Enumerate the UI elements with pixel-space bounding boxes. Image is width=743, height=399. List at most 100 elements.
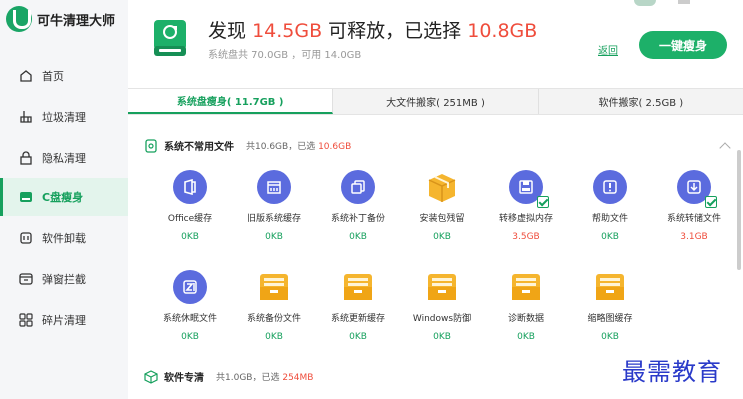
item-label: 系统备份文件 (246, 314, 301, 324)
clean-item-patch-backup[interactable]: 系统补丁备份 0KB (316, 170, 400, 250)
item-size: 0KB (601, 332, 619, 342)
copy-icon (341, 170, 375, 204)
selected-checkbox[interactable] (537, 196, 549, 208)
folder-icon (425, 270, 459, 304)
sidebar-item-defrag[interactable]: 碎片清理 (0, 301, 128, 339)
tab-bar: 系统盘瘦身( 11.7GB ) 大文件搬家( 251MB ) 软件搬家( 2.5… (128, 88, 743, 115)
watermark: 最需教育 (622, 358, 722, 386)
clean-item-windows-defender[interactable]: Windows防御 0KB (400, 270, 484, 350)
memory-icon (509, 170, 549, 208)
item-size: 0KB (265, 232, 283, 242)
item-label: 诊断数据 (507, 314, 544, 324)
section-title: 系统不常用文件 (164, 142, 234, 153)
clean-item-update-cache[interactable]: 系统更新缓存 0KB (316, 270, 400, 350)
app-title: 可牛清理大师 (37, 13, 116, 29)
item-size: 0KB (349, 232, 367, 242)
sidebar-item-uninstall[interactable]: 软件卸载 (0, 219, 128, 257)
sidebar: 可牛清理大师 首页 垃圾清理 隐私清理 C盘瘦身 软件卸载 弹窗拦截 碎片清理 (0, 0, 128, 399)
app-logo-icon (6, 6, 32, 32)
item-size: 0KB (265, 332, 283, 342)
item-label: 转移虚拟内存 (498, 214, 553, 224)
folder-icon (257, 270, 291, 304)
item-label: Office缓存 (167, 214, 213, 224)
clean-item-help-files[interactable]: 帮助文件 0KB (568, 170, 652, 250)
item-label: 安装包残留 (419, 214, 465, 224)
back-link[interactable]: 返回 (598, 42, 618, 57)
clean-item-old-system-cache[interactable]: 旧版系统缓存 0KB (232, 170, 316, 250)
section-software-clean: 软件专清 共1.0GB，已选 254MB (144, 369, 313, 384)
item-size: 0KB (181, 232, 199, 242)
item-label: 系统休眠文件 (162, 314, 217, 324)
headline-prefix: 发现 (208, 20, 247, 42)
download-icon (677, 170, 717, 208)
clean-item-hibernation-file[interactable]: 系统休眠文件 0KB (148, 270, 232, 350)
grid-icon (18, 312, 34, 328)
headline-mid: 可释放，已选择 (328, 20, 462, 42)
item-label: 系统补丁备份 (330, 214, 385, 224)
disk-summary: 系统盘共 70.0GB ，可用 14.0GB (208, 50, 362, 61)
item-size: 0KB (601, 232, 619, 242)
section-meta: 共10.6GB，已选 10.6GB (246, 142, 352, 152)
package-icon (425, 170, 459, 204)
sidebar-item-label: C盘瘦身 (42, 191, 84, 204)
clean-item-virtual-memory[interactable]: 转移虚拟内存 3.5GB (484, 170, 568, 250)
item-size: 0KB (181, 332, 199, 342)
tab-software-move[interactable]: 软件搬家( 2.5GB ) (539, 89, 743, 114)
clean-item-installer-leftover[interactable]: 安装包残留 0KB (400, 170, 484, 250)
popup-block-icon (18, 271, 34, 287)
folder-icon (509, 270, 543, 304)
sidebar-item-junk-clean[interactable]: 垃圾清理 (0, 98, 128, 136)
home-icon (18, 68, 34, 84)
item-size: 0KB (433, 332, 451, 342)
item-size: 0KB (433, 232, 451, 242)
scrollbar[interactable] (737, 150, 741, 270)
item-size: 3.5GB (512, 232, 540, 242)
clean-item-diagnostic-data[interactable]: 诊断数据 0KB (484, 270, 568, 350)
item-label: 缩略图缓存 (587, 314, 633, 324)
clean-item-dump-files[interactable]: 系统转储文件 3.1GB (652, 170, 736, 250)
sidebar-item-popup-block[interactable]: 弹窗拦截 (0, 260, 128, 298)
item-size: 0KB (517, 332, 535, 342)
item-label: 旧版系统缓存 (246, 214, 301, 224)
found-size: 14.5GB (252, 20, 323, 42)
section-system-unused: 系统不常用文件 共10.6GB，已选 10.6GB (144, 138, 351, 153)
item-label: 系统转储文件 (666, 214, 721, 224)
headline: 发现 14.5GB 可释放，已选择 10.8GB (208, 16, 537, 43)
sidebar-item-label: 垃圾清理 (42, 111, 86, 124)
sleep-icon (173, 270, 207, 304)
collapse-chevron-icon[interactable] (719, 142, 731, 154)
tab-large-file-move[interactable]: 大文件搬家( 251MB ) (333, 89, 539, 114)
app-window: 可牛清理大师 首页 垃圾清理 隐私清理 C盘瘦身 软件卸载 弹窗拦截 碎片清理 … (0, 0, 743, 399)
folder-icon (593, 270, 627, 304)
clean-item-office-cache[interactable]: Office缓存 0KB (148, 170, 232, 250)
sidebar-item-privacy-clean[interactable]: 隐私清理 (0, 139, 128, 177)
clean-item-system-backup[interactable]: 系统备份文件 0KB (232, 270, 316, 350)
item-size: 0KB (349, 332, 367, 342)
help-icon (593, 170, 627, 204)
sidebar-item-home[interactable]: 首页 (0, 57, 128, 95)
sidebar-item-label: 首页 (42, 70, 64, 83)
selected-size: 10.8GB (467, 20, 538, 42)
main-panel: 发现 14.5GB 可释放，已选择 10.8GB 系统盘共 70.0GB ，可用… (128, 0, 743, 399)
clean-item-thumbnail-cache[interactable]: 缩略图缓存 0KB (568, 270, 652, 350)
selected-checkbox[interactable] (705, 196, 717, 208)
cube-icon (144, 369, 158, 384)
trash-icon (18, 230, 34, 246)
brand: 可牛清理大师 (6, 6, 115, 32)
section-shield-icon (145, 138, 157, 153)
item-label: 帮助文件 (591, 214, 628, 224)
office-icon (173, 170, 207, 204)
item-label: 系统更新缓存 (330, 314, 385, 324)
c-drive-icon (152, 18, 188, 58)
sidebar-item-c-drive-slim[interactable]: C盘瘦身 (0, 178, 128, 216)
item-label: Windows防御 (412, 314, 472, 324)
section-title: 软件专清 (164, 373, 204, 384)
broom-icon (18, 109, 34, 125)
sidebar-item-label: 软件卸载 (42, 232, 86, 245)
item-size: 3.1GB (680, 232, 708, 242)
tab-system-slim[interactable]: 系统盘瘦身( 11.7GB ) (128, 89, 334, 114)
one-click-slim-button[interactable]: 一键瘦身 (639, 31, 727, 59)
folder-icon (341, 270, 375, 304)
calendar-icon (257, 170, 291, 204)
summary-header: 发现 14.5GB 可释放，已选择 10.8GB 系统盘共 70.0GB ，可用… (128, 0, 743, 88)
